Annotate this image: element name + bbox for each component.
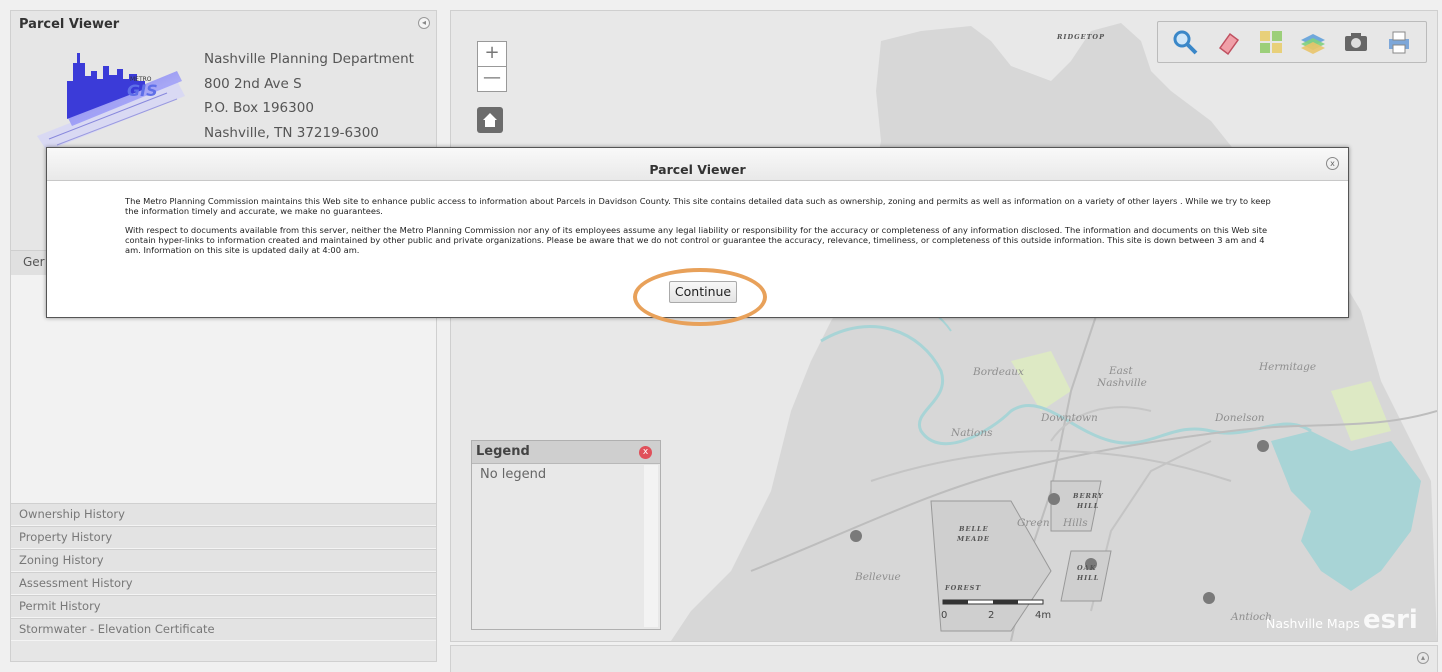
map-label-green: Green — [1017, 517, 1050, 529]
map-attribution: Nashville Maps — [1266, 616, 1360, 631]
map-label-nashville: Nashville — [1097, 377, 1147, 389]
map-label-oak: OAK — [1077, 564, 1097, 572]
address-line: Nashville Planning Department — [204, 51, 414, 67]
map-label-bordeaux: Bordeaux — [973, 366, 1024, 378]
general-section-label: Ger — [23, 255, 45, 269]
ownership-history-item[interactable]: Ownership History — [11, 503, 436, 526]
map-label-bellevue: Bellevue — [855, 571, 901, 583]
map-label-meade: MEADE — [957, 535, 990, 543]
scale-label-4: 4mi — [1035, 610, 1051, 621]
map-label-east: East — [1109, 365, 1133, 377]
dialog-header: Parcel Viewer x — [47, 148, 1348, 181]
disclaimer-dialog: Parcel Viewer x The Metro Planning Commi… — [46, 147, 1349, 318]
zoom-out-button[interactable]: — — [477, 67, 507, 92]
map-label-forest: FOREST — [945, 584, 982, 592]
scale-label-0: 0 — [941, 610, 947, 621]
camera-icon[interactable] — [1340, 26, 1372, 58]
esri-logo: esri — [1363, 605, 1418, 635]
zoom-in-button[interactable]: + — [477, 41, 507, 67]
map-label-hill: HILL — [1077, 502, 1100, 510]
scale-label-2: 2 — [988, 610, 994, 621]
print-icon[interactable] — [1383, 26, 1415, 58]
map-label-hill2: HILL — [1077, 574, 1100, 582]
history-list: Ownership History Property History Zonin… — [11, 503, 436, 641]
map-label-hermitage: Hermitage — [1259, 361, 1317, 373]
stormwater-elevation-item[interactable]: Stormwater - Elevation Certificate — [11, 618, 436, 641]
legend-panel: Legend x No legend — [471, 440, 661, 630]
map-label-hills: Hills — [1063, 517, 1088, 529]
collapse-panel-button[interactable]: ◂ — [418, 17, 430, 29]
legend-header: Legend x — [472, 441, 660, 464]
continue-button[interactable]: Continue — [669, 281, 737, 303]
scale-bar: 0 2 4mi — [941, 599, 1051, 621]
address-line: 800 2nd Ave S — [204, 75, 302, 92]
map-toolbar — [1157, 21, 1427, 63]
eraser-icon[interactable] — [1212, 26, 1244, 58]
metro-gis-logo: METRO GIS — [37, 53, 185, 151]
panel-title: Parcel Viewer — [19, 17, 120, 32]
legend-scrollbar[interactable] — [644, 465, 658, 627]
disclaimer-paragraph: The Metro Planning Commission maintains … — [125, 196, 1271, 217]
zoning-history-item[interactable]: Zoning History — [11, 549, 436, 572]
close-legend-icon[interactable]: x — [639, 446, 652, 459]
home-icon — [483, 113, 497, 127]
disclaimer-paragraph: With respect to documents available from… — [125, 224, 1268, 256]
map-label-donelson: Donelson — [1215, 412, 1265, 424]
address-block: Nashville Planning Department 800 2nd Av… — [204, 47, 414, 145]
property-history-item[interactable]: Property History — [11, 526, 436, 549]
permit-history-item[interactable]: Permit History — [11, 595, 436, 618]
left-panel: Parcel Viewer ◂ METRO GIS Nashville Plan… — [10, 10, 437, 662]
map-label-ridgetop: RIDGETOP — [1057, 33, 1105, 41]
zoom-controls: + — — [477, 41, 507, 92]
home-button[interactable] — [477, 107, 503, 133]
address-line: Nashville, TN 37219-6300 — [204, 124, 379, 141]
search-icon[interactable] — [1169, 26, 1201, 58]
legend-content: No legend — [480, 467, 547, 482]
dialog-body: The Metro Planning Commission maintains … — [125, 196, 1275, 263]
map-label-belle: BELLE — [959, 525, 989, 533]
bottom-panel: ▴ — [450, 645, 1438, 672]
basemap-icon[interactable] — [1255, 26, 1287, 58]
map-label-nations: Nations — [951, 427, 993, 439]
expand-bottom-panel-button[interactable]: ▴ — [1417, 652, 1429, 664]
address-line: P.O. Box 196300 — [204, 100, 314, 116]
assessment-history-item[interactable]: Assessment History — [11, 572, 436, 595]
map-label-berry: BERRY — [1073, 492, 1104, 500]
map-label-downtown: Downtown — [1041, 412, 1098, 424]
legend-title: Legend — [476, 444, 530, 459]
dialog-title: Parcel Viewer — [649, 162, 746, 177]
map-panel[interactable]: RIDGETOP Bordeaux East Nashville Hermita… — [450, 10, 1438, 642]
close-dialog-icon[interactable]: x — [1326, 157, 1339, 170]
svg-text:GIS: GIS — [127, 81, 158, 100]
layers-icon[interactable] — [1297, 26, 1329, 58]
